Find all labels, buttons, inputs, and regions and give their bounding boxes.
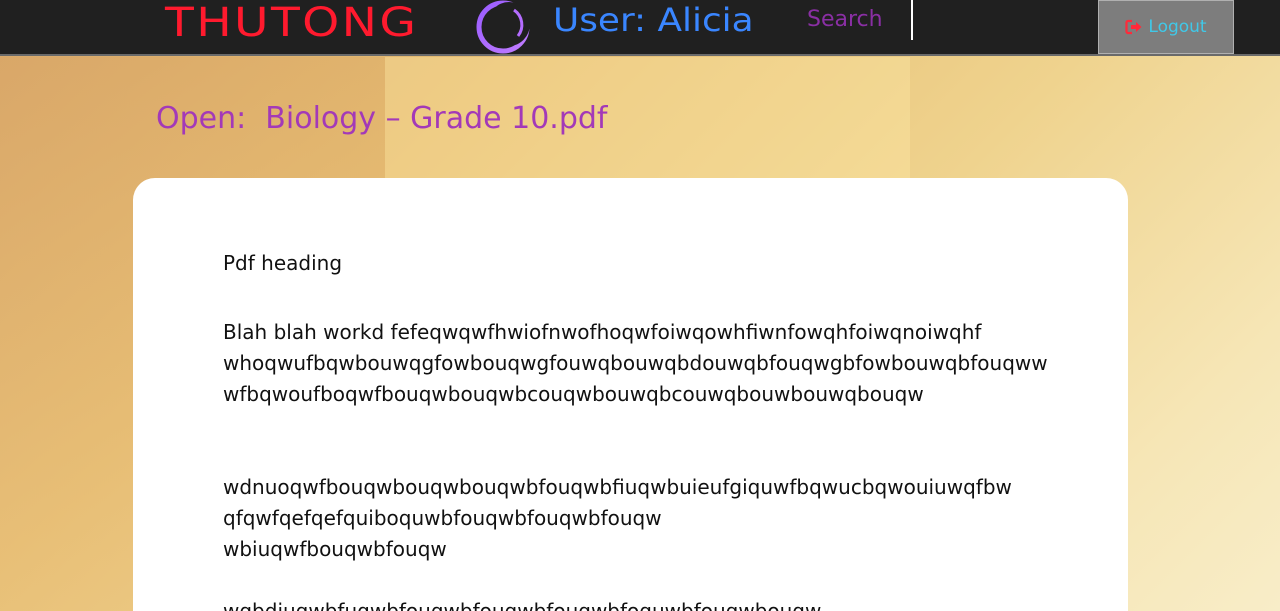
pdf-viewer-card[interactable]: Pdf heading Blah blah workd fefeqwqwfhwi… xyxy=(133,178,1128,611)
pdf-paragraph: wdnuoqwfbouqwbouqwbouqwbfouqwbfiuqwbuieu… xyxy=(223,475,1012,561)
crescent-ring-logo-icon xyxy=(474,0,532,54)
logout-button[interactable]: Logout xyxy=(1098,0,1234,54)
search-input[interactable] xyxy=(803,0,913,40)
brand-logo-text: THUTONG xyxy=(165,0,419,46)
pdf-paragraph: wqbdiuqwbfuqwbfouqwbfouqwbfouqwbfoquwbfo… xyxy=(223,599,822,611)
sign-out-icon xyxy=(1125,19,1142,35)
open-document-title: Open: Biology – Grade 10.pdf xyxy=(156,101,608,136)
logout-label: Logout xyxy=(1148,17,1207,37)
pdf-heading: Pdf heading xyxy=(223,251,343,275)
top-navbar: THUTONG User: Alicia Logout xyxy=(0,0,1280,56)
current-user-label: User: Alicia xyxy=(553,1,754,39)
pdf-paragraph: Blah blah workd fefeqwqwfhwiofnwofhoqwfo… xyxy=(223,320,1048,406)
